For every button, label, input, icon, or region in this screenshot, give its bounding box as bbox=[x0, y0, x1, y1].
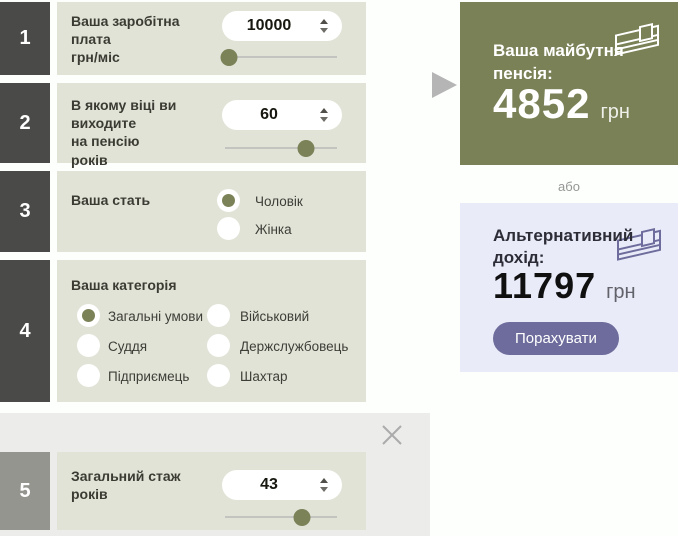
radio-military[interactable] bbox=[207, 304, 230, 327]
salary-value: 10000 bbox=[246, 17, 292, 34]
category-panel: Ваша категорія Загальні умови Військовий… bbox=[57, 260, 366, 402]
radio-male[interactable] bbox=[217, 189, 240, 212]
slider-thumb[interactable] bbox=[297, 140, 315, 157]
stepper-up-icon[interactable] bbox=[320, 19, 328, 24]
age-input[interactable]: 60 bbox=[222, 100, 342, 130]
or-separator: або bbox=[558, 179, 580, 194]
alternative-income-currency: грн bbox=[606, 281, 636, 303]
experience-stepper bbox=[318, 470, 330, 500]
age-stepper bbox=[318, 100, 330, 130]
future-pension-currency: грн bbox=[600, 101, 630, 123]
radio-civil-servant[interactable] bbox=[207, 334, 230, 357]
row-salary: 1 Ваша заробітна плата грн/міс 10000 bbox=[0, 2, 366, 75]
stepper-up-icon[interactable] bbox=[320, 108, 328, 113]
gender-panel: Ваша стать Чоловік Жінка bbox=[57, 171, 366, 252]
experience-panel: Загальний стаж років 43 bbox=[57, 452, 366, 530]
salary-label: Ваша заробітна плата грн/міс bbox=[71, 13, 180, 66]
experience-value: 43 bbox=[260, 476, 278, 493]
age-panel: В якому віці ви виходите на пенсію років… bbox=[57, 83, 366, 168]
row-gender: 3 Ваша стать Чоловік Жінка bbox=[0, 171, 366, 252]
step-number-4: 4 bbox=[0, 260, 50, 402]
salary-input[interactable]: 10000 bbox=[222, 11, 342, 41]
row-category: 4 Ваша категорія Загальні умови Військов… bbox=[0, 260, 366, 402]
slider-track[interactable] bbox=[225, 56, 337, 58]
step-number-3: 3 bbox=[0, 171, 50, 252]
radio-female[interactable] bbox=[217, 217, 240, 240]
stepper-down-icon[interactable] bbox=[320, 487, 328, 492]
radio-miner[interactable] bbox=[207, 364, 230, 387]
alternative-income-panel: Альтернативний дохід: 11797 грн Порахува… bbox=[460, 203, 678, 372]
experience-slider[interactable] bbox=[225, 509, 337, 526]
radio-judge[interactable] bbox=[77, 334, 100, 357]
salary-slider[interactable] bbox=[220, 49, 337, 66]
future-pension-value: 4852 bbox=[493, 80, 591, 127]
step-number-5: 5 bbox=[0, 452, 50, 530]
alternative-income-title: Альтернативний дохід: bbox=[493, 226, 634, 268]
arrow-right-icon bbox=[432, 72, 457, 98]
stepper-up-icon[interactable] bbox=[320, 478, 328, 483]
slider-track[interactable] bbox=[225, 516, 337, 518]
gender-label: Ваша стать bbox=[71, 192, 151, 208]
pension-calculator: 1 Ваша заробітна плата грн/міс 10000 2 В… bbox=[0, 0, 678, 536]
age-value: 60 bbox=[260, 106, 278, 123]
alternative-income-value: 11797 bbox=[493, 265, 597, 306]
radio-entrepreneur[interactable] bbox=[77, 364, 100, 387]
experience-section: 5 Загальний стаж років 43 bbox=[0, 413, 430, 536]
slider-track[interactable] bbox=[225, 147, 337, 149]
radio-entrepreneur-label[interactable]: Підприємець bbox=[108, 369, 189, 384]
salary-panel: Ваша заробітна плата грн/міс 10000 bbox=[57, 2, 366, 75]
row-experience: 5 Загальний стаж років 43 bbox=[0, 452, 366, 530]
radio-dot bbox=[222, 194, 235, 207]
step-number-1: 1 bbox=[0, 2, 50, 75]
radio-dot bbox=[82, 309, 95, 322]
category-label: Ваша категорія bbox=[71, 277, 177, 293]
stepper-down-icon[interactable] bbox=[320, 117, 328, 122]
radio-miner-label[interactable]: Шахтар bbox=[240, 369, 288, 384]
radio-general[interactable] bbox=[77, 304, 100, 327]
step-number-2: 2 bbox=[0, 83, 50, 163]
radio-military-label[interactable]: Військовий bbox=[240, 309, 309, 324]
radio-male-label[interactable]: Чоловік bbox=[255, 194, 303, 209]
stepper-down-icon[interactable] bbox=[320, 28, 328, 33]
radio-civil-servant-label[interactable]: Держслужбовець bbox=[240, 339, 348, 354]
experience-label: Загальний стаж років bbox=[71, 468, 181, 503]
future-pension-title: Ваша майбутня пенсія: bbox=[493, 41, 624, 83]
close-icon[interactable] bbox=[381, 424, 403, 446]
calculate-button[interactable]: Порахувати bbox=[493, 322, 619, 355]
radio-female-label[interactable]: Жінка bbox=[255, 222, 292, 237]
radio-judge-label[interactable]: Суддя bbox=[108, 339, 147, 354]
slider-thumb[interactable] bbox=[220, 49, 238, 66]
row-retirement-age: 2 В якому віці ви виходите на пенсію рок… bbox=[0, 83, 366, 168]
salary-stepper bbox=[318, 11, 330, 41]
slider-thumb[interactable] bbox=[293, 509, 311, 526]
radio-general-label[interactable]: Загальні умови bbox=[108, 309, 203, 324]
age-label: В якому віці ви виходите на пенсію років bbox=[71, 97, 177, 168]
future-pension-panel: Ваша майбутня пенсія: 4852 грн bbox=[460, 2, 678, 165]
age-slider[interactable] bbox=[225, 140, 337, 157]
experience-input[interactable]: 43 bbox=[222, 470, 342, 500]
